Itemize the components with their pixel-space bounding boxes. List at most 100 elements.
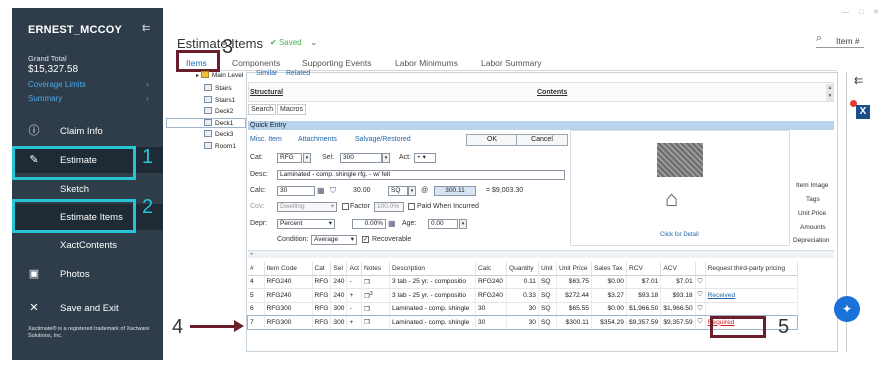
search-input[interactable]: Item # — [836, 36, 860, 46]
sel-input[interactable]: 300 — [340, 153, 382, 163]
unit-input[interactable]: SQ — [388, 186, 408, 196]
tab-labor-minimums[interactable]: Labor Minimums — [395, 58, 458, 68]
calculator-icon[interactable]: ▦ — [388, 219, 396, 228]
table-cell: 300 — [330, 315, 348, 330]
attachments-link[interactable]: Attachments — [298, 136, 337, 143]
desc-input[interactable]: Laminated - comp. shingle rfg. - w/ felt — [277, 170, 565, 180]
col-header[interactable]: Quantity — [506, 262, 539, 276]
calculator-icon[interactable]: ▦ — [317, 186, 325, 195]
tree-item[interactable]: Stairs — [204, 84, 232, 92]
notes-cell: ❐ — [361, 302, 390, 316]
table-cell: $9,357.59 — [660, 315, 696, 330]
factor-checkbox[interactable] — [342, 203, 349, 210]
splitter-bar[interactable]: ◂ — [248, 250, 834, 258]
col-header[interactable]: ACV — [660, 262, 696, 276]
paid-when-incurred-checkbox[interactable] — [408, 203, 415, 210]
shield-icon[interactable]: ⛉ — [330, 186, 336, 196]
table-row[interactable]: 5 RFG240 RFG 240 + ❐3 3 tab - 25 yr. - composi… — [248, 288, 798, 303]
summary-link[interactable]: Summary — [28, 94, 62, 103]
col-header[interactable]: Item Code — [264, 262, 313, 276]
nav-photos[interactable]: ▣ Photos — [12, 261, 163, 287]
macros-tab[interactable]: Macros — [277, 104, 306, 115]
nav-xactcontents[interactable]: XactContents — [12, 232, 163, 258]
tab-labor-summary[interactable]: Labor Summary — [481, 58, 541, 68]
col-header[interactable]: Unit Price — [556, 262, 592, 276]
pricing-request-cell[interactable]: Received — [705, 288, 798, 303]
table-cell: RFG240 — [475, 288, 507, 303]
search-tab[interactable]: Search — [248, 104, 277, 115]
cat-dropdown[interactable]: ▾ — [303, 153, 311, 163]
note-icon[interactable]: ❐ — [364, 319, 370, 326]
col-header[interactable]: Description — [389, 262, 476, 276]
tab-depreciation[interactable]: Depreciation — [793, 237, 830, 244]
depreciation-select[interactable]: Percent ▾ — [277, 219, 335, 229]
misc-item-link[interactable]: Misc. Item — [250, 136, 282, 143]
coverage-limits-link[interactable]: Coverage Limits — [28, 80, 86, 89]
tab-components[interactable]: Components — [232, 58, 280, 68]
tree-item[interactable]: Deck3 — [204, 130, 233, 138]
tree-item-selected[interactable]: Deck1 — [166, 118, 246, 128]
window-controls[interactable]: — □ ✕ — [842, 8, 883, 16]
tree-item[interactable]: Room1 — [204, 142, 236, 150]
act-select[interactable]: + ▾ — [414, 153, 436, 163]
calc-label: Calc: — [250, 187, 266, 194]
col-header[interactable]: Calc — [475, 262, 507, 276]
tab-tags[interactable]: Tags — [806, 196, 820, 203]
ai-assistant-button[interactable]: ✦ — [834, 296, 860, 322]
salvage-link[interactable]: Salvage/Restored — [355, 136, 411, 143]
cancel-button[interactable]: Cancel — [516, 134, 568, 146]
scrollbar[interactable]: ▲ ▼ — [826, 84, 834, 101]
unit-dropdown[interactable]: ▾ — [408, 186, 416, 196]
chevron-down-icon[interactable]: ⌄ — [310, 37, 318, 48]
tree-root[interactable]: ▸ Main Level — [196, 71, 243, 79]
related-link[interactable]: Related — [286, 70, 310, 77]
col-header[interactable]: Sel — [330, 262, 348, 276]
tree-item[interactable]: Deck2 — [204, 107, 233, 115]
depreciation-percent-input[interactable]: 0.00% — [352, 219, 386, 229]
col-header[interactable]: Notes — [361, 262, 390, 276]
item-search[interactable]: ⌕ Item # — [816, 32, 864, 48]
col-header[interactable]: Unit — [538, 262, 557, 276]
sel-dropdown[interactable]: ▾ — [382, 153, 390, 163]
pricing-request-cell[interactable] — [705, 302, 798, 316]
col-header[interactable]: Sales Tax — [591, 262, 627, 276]
annotation-arrow-shaft — [190, 325, 236, 328]
col-header[interactable]: Request third-party pricing — [705, 262, 798, 276]
room-icon — [204, 119, 212, 126]
contents-tab[interactable]: Contents — [537, 89, 567, 96]
tab-item-image[interactable]: Item Image — [796, 182, 829, 189]
coverage-select[interactable]: Dwelling ▾ — [277, 202, 337, 212]
tab-supporting-events[interactable]: Supporting Events — [302, 58, 371, 68]
age-input[interactable]: 0.00 — [428, 219, 458, 229]
cat-input[interactable]: RFG — [277, 153, 302, 163]
recoverable-checkbox[interactable]: ✓ — [362, 236, 369, 243]
factor-input[interactable]: 100.0% — [374, 202, 404, 212]
structural-tab[interactable]: Structural — [250, 89, 283, 96]
collapse-panel-icon[interactable]: ⇇ — [854, 74, 863, 87]
col-header[interactable]: Cat — [312, 262, 332, 276]
tree-item[interactable]: Stairs1 — [204, 96, 235, 104]
col-header[interactable]: # — [248, 262, 265, 276]
note-icon[interactable]: ❐ — [364, 279, 370, 286]
tab-unit-price[interactable]: Unit Price — [798, 210, 826, 217]
age-dropdown[interactable]: ▾ — [459, 219, 467, 229]
calc-input[interactable]: 30 — [277, 186, 315, 196]
xact-icon[interactable]: X — [856, 105, 870, 119]
click-for-detail-link[interactable]: Click for Detail — [660, 232, 699, 238]
collapse-menu-icon[interactable]: ⇇ — [142, 23, 150, 34]
ok-button[interactable]: OK — [466, 134, 518, 146]
col-header[interactable]: RCV — [626, 262, 662, 276]
tab-amounts[interactable]: Amounts — [800, 224, 826, 231]
note-icon[interactable]: ❐ — [364, 306, 370, 313]
col-header[interactable]: Act — [346, 262, 362, 276]
condition-select[interactable]: Average ▾ — [311, 235, 357, 245]
table-row[interactable]: 6 RFG300 RFG 300- ❐ Laminated - comp. shingle… — [248, 302, 798, 316]
similar-link[interactable]: Similar — [256, 70, 277, 77]
received-link[interactable]: Received — [708, 292, 736, 299]
nav-save-and-exit[interactable]: ✕ Save and Exit — [12, 295, 163, 321]
unit-price-input[interactable]: 300.11 — [434, 186, 476, 196]
pricing-request-cell[interactable] — [705, 275, 798, 289]
nav-claim-info[interactable]: ⓘ Claim Info — [12, 118, 163, 144]
table-row[interactable]: 4 RFG240 RFG 240- ❐ 3 tab - 25 yr. - composit… — [248, 275, 798, 289]
table-cell: RFG — [312, 275, 332, 289]
